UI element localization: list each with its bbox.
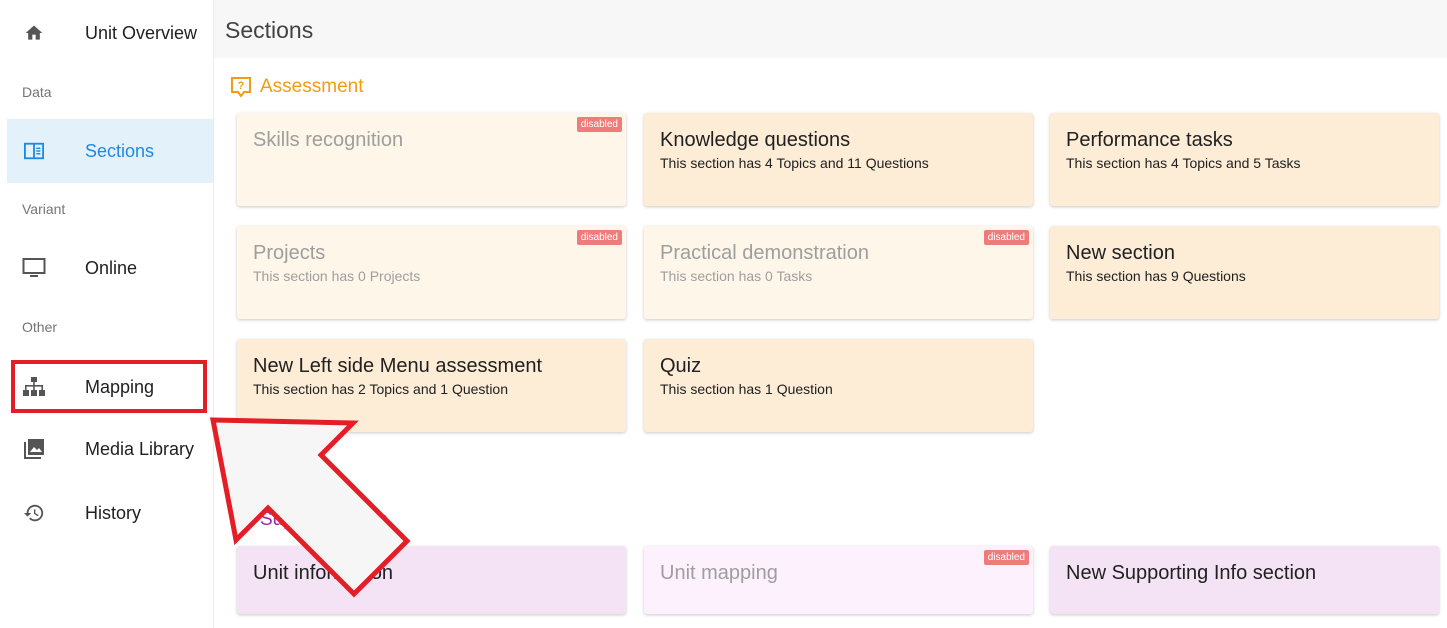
card-subtitle: This section has 0 Tasks [660,268,813,284]
section-card-new-supporting-info-section[interactable]: New Supporting Info section [1050,546,1439,614]
info-icon [230,509,252,531]
group-label-other: Other [22,319,58,335]
section-card-practical-demonstration[interactable]: Practical demonstration This section has… [644,226,1033,319]
sidebar-item-label: Unit Overview [85,22,198,43]
card-title: New Left side Menu assessment [253,355,543,377]
disabled-badge: disabled [576,117,622,132]
card-title: Unit information [253,562,394,584]
sidebar-item-unit-overview[interactable]: Unit Overview [7,1,213,65]
sidebar-item-label: Media Library [85,438,195,459]
sidebar: Unit Overview Data Sections Variant Onli… [0,0,214,628]
page-header: Sections [214,0,1447,58]
book-open-icon [11,141,57,161]
page-title: Sections [225,17,314,43]
section-card-performance-tasks[interactable]: Performance tasks This section has 4 Top… [1050,113,1439,206]
monitor-icon [11,257,57,279]
card-title: Skills recognition [253,129,404,151]
card-title: New section [1066,242,1175,264]
section-card-projects[interactable]: Projects This section has 0 Projects dis… [237,226,626,319]
card-title: Unit mapping [660,562,778,584]
disabled-badge: disabled [576,230,622,245]
disabled-badge: disabled [983,230,1029,245]
card-subtitle: This section has 4 Topics and 5 Tasks [1066,155,1301,171]
card-title: Quiz [660,355,702,377]
section-card-quiz[interactable]: Quiz This section has 1 Question [644,339,1033,432]
card-title: Projects [253,242,326,264]
section-card-new-left-side-menu-assessment[interactable]: New Left side Menu assessment This secti… [237,339,626,432]
sidebar-item-label: Online [85,257,138,278]
section-card-new-section[interactable]: New section This section has 9 Questions [1050,226,1439,319]
card-title: Knowledge questions [660,129,851,151]
card-title: Performance tasks [1066,129,1233,151]
assessment-heading-label: Assessment [260,76,364,97]
question-bubble-icon: ? [230,76,252,98]
card-subtitle: This section has 0 Projects [253,268,421,284]
photo-library-icon [11,438,57,460]
card-subtitle: This section has 1 Question [660,381,833,397]
disabled-badge: disabled [983,550,1029,565]
section-card-skills-recognition[interactable]: Skills recognition disabled [237,113,626,206]
sidebar-item-media-library[interactable]: Media Library [7,417,213,481]
card-subtitle: This section has 2 Topics and 1 Question [253,381,509,397]
home-icon [11,23,57,43]
sidebar-item-online[interactable]: Online [7,236,213,300]
group-label-data: Data [22,84,52,100]
sidebar-item-label: History [85,502,142,523]
sidebar-item-sections[interactable]: Sections [7,119,213,183]
highlight-box [11,360,207,413]
card-subtitle: This section has 9 Questions [1066,268,1246,284]
svg-text:?: ? [238,80,245,92]
supporting-info-heading-label: Supporting info [260,509,388,530]
section-card-unit-mapping[interactable]: Unit mapping disabled [644,546,1033,614]
card-title: New Supporting Info section [1066,562,1317,584]
section-card-unit-information[interactable]: Unit information [237,546,626,614]
card-subtitle: This section has 4 Topics and 11 Questio… [660,155,929,171]
sidebar-item-label: Sections [85,140,155,161]
assessment-heading: ? Assessment [230,76,363,98]
card-title: Practical demonstration [660,242,869,264]
history-icon [11,502,57,524]
group-label-variant: Variant [22,201,66,217]
section-card-knowledge-questions[interactable]: Knowledge questions This section has 4 T… [644,113,1033,206]
sidebar-item-history[interactable]: History [7,481,213,545]
supporting-info-heading: Supporting info [230,509,388,531]
